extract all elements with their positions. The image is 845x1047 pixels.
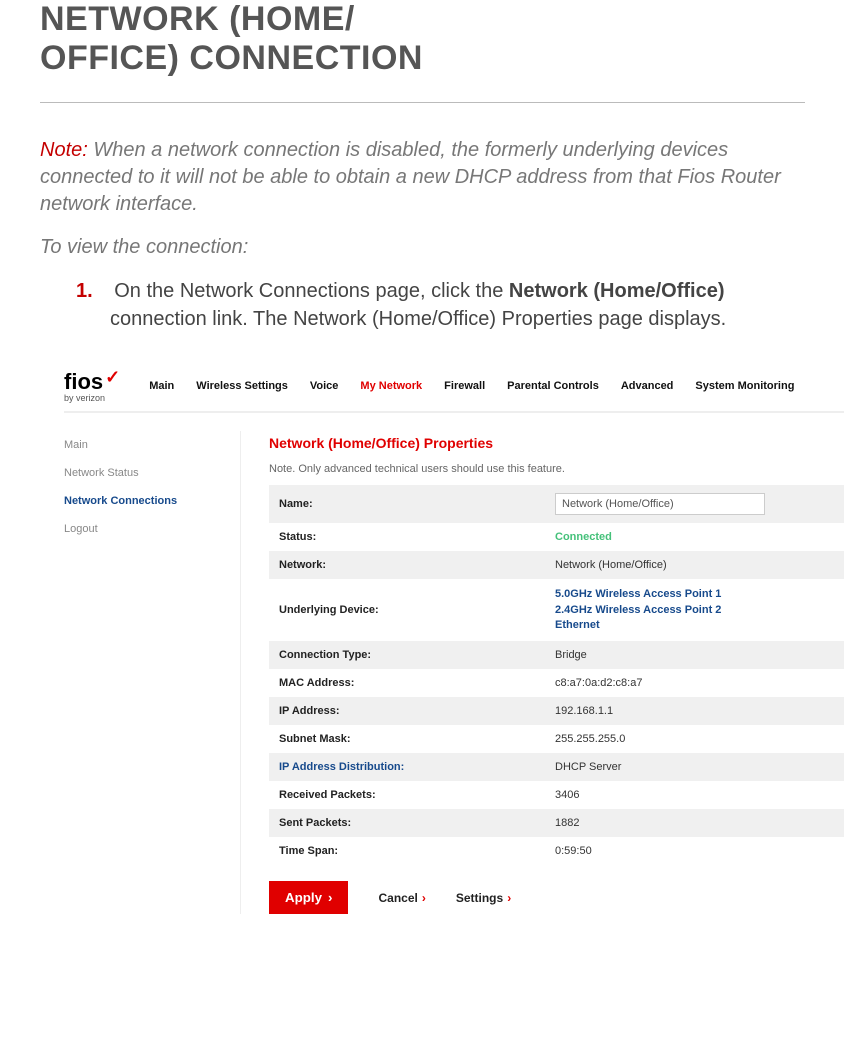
intro-text: To view the connection: [40,236,805,259]
row-value: Network (Home/Office) [545,551,844,579]
table-row: Sent Packets: 1882 [269,809,844,837]
sidebar-item-main[interactable]: Main [64,431,234,459]
sidebar-item-network-status[interactable]: Network Status [64,459,234,487]
action-bar: Apply› Cancel› Settings› [269,881,844,914]
name-select[interactable]: Network (Home/Office) [555,493,765,515]
check-icon: ✓ [105,367,120,387]
device-link-24ghz[interactable]: 2.4GHz Wireless Access Point 2 [555,603,834,618]
chevron-right-icon: › [422,891,426,905]
table-row: IP Address: 192.168.1.1 [269,697,844,725]
step-1: 1. On the Network Connections page, clic… [110,277,805,333]
device-link-5ghz[interactable]: 5.0GHz Wireless Access Point 1 [555,587,834,602]
nav-advanced[interactable]: Advanced [621,380,674,392]
panel-note: Note. Only advanced technical users shou… [269,463,844,475]
nav-wireless-settings[interactable]: Wireless Settings [196,380,288,392]
row-label: MAC Address: [269,669,545,697]
table-row: Status: Connected [269,523,844,551]
row-label: Received Packets: [269,781,545,809]
row-label: Underlying Device: [269,579,545,641]
sidebar-item-logout[interactable]: Logout [64,515,234,543]
table-row: MAC Address: c8:a7:0a:d2:c8:a7 [269,669,844,697]
top-nav: fios✓ by verizon Main Wireless Settings … [64,363,844,413]
settings-button[interactable]: Settings› [456,891,511,905]
nav-main[interactable]: Main [149,380,174,392]
row-value: 5.0GHz Wireless Access Point 1 2.4GHz Wi… [545,579,844,641]
row-value: DHCP Server [545,753,844,781]
step-text-post: connection link. The Network (Home/Offic… [110,308,726,330]
fios-logo: fios✓ by verizon [64,369,118,403]
cancel-button[interactable]: Cancel› [378,891,425,905]
row-label: Name: [269,485,545,523]
row-value: 255.255.255.0 [545,725,844,753]
table-row: Network: Network (Home/Office) [269,551,844,579]
row-value: 3406 [545,781,844,809]
step-text-pre: On the Network Connections page, click t… [114,280,509,302]
nav-system-monitoring[interactable]: System Monitoring [695,380,794,392]
row-value: Bridge [545,641,844,669]
row-label: Network: [269,551,545,579]
row-value: Connected [545,523,844,551]
note-text: When a network connection is disabled, t… [40,139,781,215]
divider [40,102,805,103]
device-link-ethernet[interactable]: Ethernet [555,618,834,633]
row-label: Time Span: [269,837,545,865]
properties-table: Name: Network (Home/Office) Status: Conn… [269,485,844,865]
chevron-right-icon: › [507,891,511,905]
row-label-link[interactable]: IP Address Distribution: [269,753,545,781]
row-label: Sent Packets: [269,809,545,837]
status-badge: Connected [555,531,612,543]
logo-text: fios✓ [64,369,118,395]
row-value: c8:a7:0a:d2:c8:a7 [545,669,844,697]
page-title: NETWORK (HOME/OFFICE) CONNECTION [40,0,805,102]
router-admin-screenshot: fios✓ by verizon Main Wireless Settings … [64,363,844,914]
row-label: IP Address: [269,697,545,725]
row-label: Connection Type: [269,641,545,669]
panel-title: Network (Home/Office) Properties [269,435,844,451]
row-label: Subnet Mask: [269,725,545,753]
nav-parental-controls[interactable]: Parental Controls [507,380,599,392]
table-row: Underlying Device: 5.0GHz Wireless Acces… [269,579,844,641]
nav-my-network[interactable]: My Network [360,380,422,392]
note-label: Note: [40,139,88,161]
sidebar: Main Network Status Network Connections … [64,431,241,914]
step-text-bold: Network (Home/Office) [509,280,725,302]
table-row: Connection Type: Bridge [269,641,844,669]
apply-button[interactable]: Apply› [269,881,348,914]
table-row: Name: Network (Home/Office) [269,485,844,523]
sidebar-item-network-connections[interactable]: Network Connections [64,487,234,515]
chevron-right-icon: › [328,890,332,905]
nav-firewall[interactable]: Firewall [444,380,485,392]
row-value: 192.168.1.1 [545,697,844,725]
table-row: IP Address Distribution: DHCP Server [269,753,844,781]
content-panel: Network (Home/Office) Properties Note. O… [241,431,844,914]
row-value: 1882 [545,809,844,837]
step-number: 1. [76,280,93,302]
table-row: Received Packets: 3406 [269,781,844,809]
row-label: Status: [269,523,545,551]
row-value: Network (Home/Office) [545,485,844,523]
note-paragraph: Note: When a network connection is disab… [40,137,805,218]
table-row: Time Span: 0:59:50 [269,837,844,865]
row-value: 0:59:50 [545,837,844,865]
nav-voice[interactable]: Voice [310,380,339,392]
table-row: Subnet Mask: 255.255.255.0 [269,725,844,753]
